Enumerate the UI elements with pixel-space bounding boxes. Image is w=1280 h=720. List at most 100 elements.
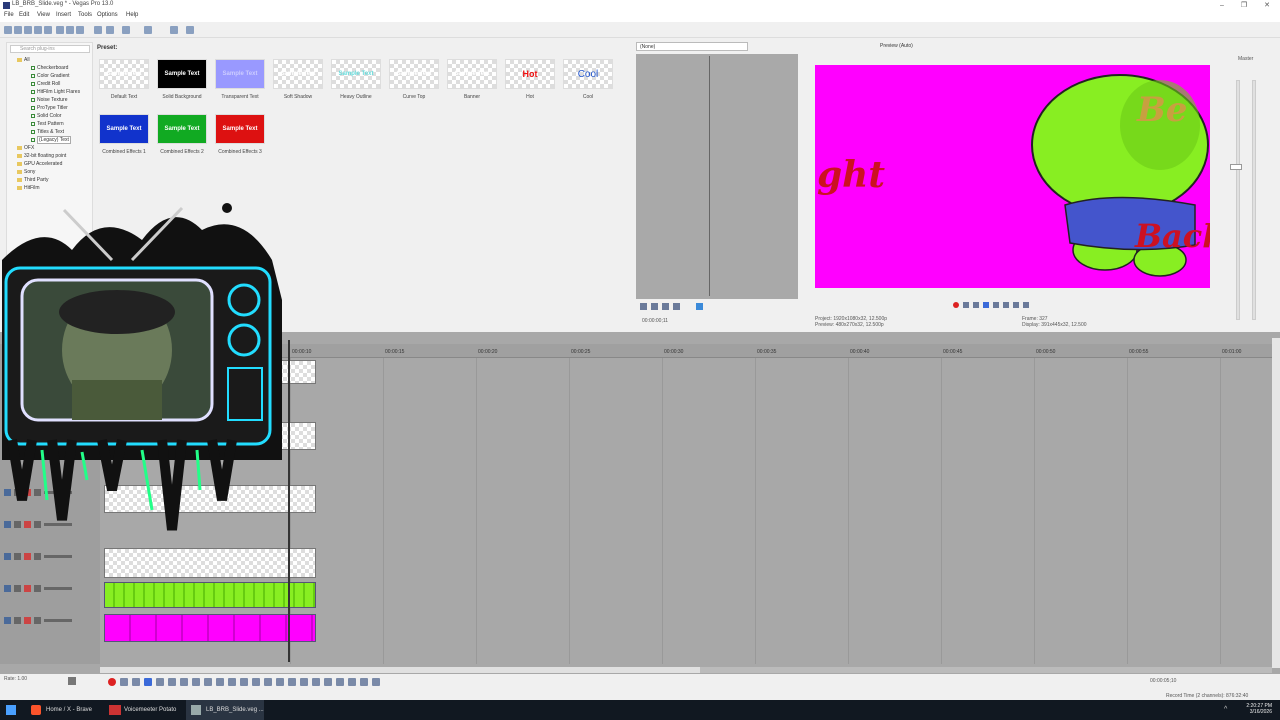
level-slider[interactable]: [44, 618, 72, 622]
pause-icon[interactable]: [156, 678, 164, 686]
plugin-tree-item[interactable]: Checkerboard: [31, 65, 68, 71]
solo-icon[interactable]: [24, 584, 31, 592]
solo-icon[interactable]: [24, 616, 31, 624]
plugin-tree-item[interactable]: 32-bit floating point: [17, 153, 66, 159]
plugin-tree-item[interactable]: Sony: [17, 169, 35, 175]
play-from-start-icon[interactable]: [973, 302, 979, 308]
track-number-icon[interactable]: [4, 552, 11, 560]
mute-icon[interactable]: [14, 584, 21, 592]
preset-thumbnail[interactable]: Sample Text: [99, 59, 149, 89]
clock[interactable]: 2:20:27 PM 3/16/2026: [1238, 703, 1272, 715]
plugin-tree-item[interactable]: Color Gradient: [31, 73, 70, 79]
menu-view[interactable]: View: [37, 12, 50, 18]
undo-icon[interactable]: [122, 26, 130, 34]
menu-edit[interactable]: Edit: [19, 12, 29, 18]
track-header[interactable]: [4, 548, 96, 564]
properties-icon[interactable]: [44, 26, 52, 34]
preset-thumbnail[interactable]: Cool: [563, 59, 613, 89]
add-to-timeline-icon[interactable]: [696, 303, 703, 310]
snap-icon[interactable]: [170, 26, 178, 34]
master-fader[interactable]: [1230, 164, 1242, 170]
plugin-tree-item[interactable]: HitFilm Light Flares: [31, 89, 80, 95]
loop-icon[interactable]: [963, 302, 969, 308]
plugin-tree-item[interactable]: All: [17, 57, 30, 63]
loop-icon[interactable]: [673, 303, 680, 310]
region-icon[interactable]: [324, 678, 332, 686]
preset-thumbnail[interactable]: Sample Text: [157, 114, 207, 144]
ignore-grouping-icon[interactable]: [372, 678, 380, 686]
pause-icon[interactable]: [993, 302, 999, 308]
trim-icon[interactable]: [94, 26, 102, 34]
plugin-tree-item[interactable]: GPU Accelerated: [17, 161, 62, 167]
stop-icon[interactable]: [1003, 302, 1009, 308]
menu-tools[interactable]: Tools: [78, 12, 92, 18]
mute-icon[interactable]: [14, 616, 21, 624]
plugin-search-input[interactable]: Search plug-ins: [10, 45, 90, 53]
preset-thumbnail[interactable]: Sample Text: [157, 59, 207, 89]
normal-edit-tool-icon[interactable]: [228, 678, 236, 686]
taskbar-brave[interactable]: Home / X - Brave: [26, 700, 100, 720]
plugin-tree-item[interactable]: Test Pattern: [31, 121, 64, 127]
chroma-background-clip[interactable]: [104, 614, 316, 642]
cut-icon[interactable]: [56, 26, 64, 34]
go-end-icon[interactable]: [216, 678, 224, 686]
plugin-tree-item[interactable]: HitFilm: [17, 185, 40, 191]
trimmer-view[interactable]: [636, 54, 798, 299]
plugin-tree-item[interactable]: (Legacy) Text: [31, 136, 71, 144]
timeline-scrollbar[interactable]: [100, 667, 1272, 673]
preset-thumbnail[interactable]: Sample Text: [215, 59, 265, 89]
plugin-tree-item[interactable]: Credit Roll: [31, 81, 60, 87]
level-slider[interactable]: [44, 586, 72, 590]
menu-help[interactable]: Help: [126, 12, 138, 18]
maximize-button[interactable]: ❐: [1234, 0, 1254, 11]
delete-icon[interactable]: [106, 26, 114, 34]
paste-icon[interactable]: [76, 26, 84, 34]
save-icon[interactable]: [24, 26, 32, 34]
image-sequence-clip[interactable]: [104, 548, 316, 578]
plugin-tree-item[interactable]: Solid Color: [31, 113, 61, 119]
preset-thumbnail[interactable]: Hot: [505, 59, 555, 89]
record-icon[interactable]: [953, 302, 959, 308]
trim-start-icon[interactable]: [288, 678, 296, 686]
rate-slider[interactable]: [68, 677, 76, 685]
track-number-icon[interactable]: [4, 584, 11, 592]
plugin-tree-item[interactable]: OFX: [17, 145, 34, 151]
fx-icon[interactable]: [34, 616, 41, 624]
go-start-icon[interactable]: [204, 678, 212, 686]
loop-icon[interactable]: [120, 678, 128, 686]
plugin-tree-item[interactable]: Titles & Text: [31, 129, 64, 135]
fx-icon[interactable]: [34, 552, 41, 560]
auto-ripple-icon[interactable]: [348, 678, 356, 686]
envelope-tool-icon[interactable]: [240, 678, 248, 686]
menu-options[interactable]: Options: [97, 12, 118, 18]
snap-icon[interactable]: [336, 678, 344, 686]
next-marker-icon[interactable]: [192, 678, 200, 686]
help-icon[interactable]: [186, 26, 194, 34]
taskbar-vegas[interactable]: LB_BRB_Slide.veg ...: [186, 700, 264, 720]
minimize-button[interactable]: –: [1212, 0, 1232, 11]
selection-tool-icon[interactable]: [252, 678, 260, 686]
lock-envelopes-icon[interactable]: [360, 678, 368, 686]
close-button[interactable]: ✕: [1257, 0, 1277, 11]
track-header[interactable]: [4, 580, 96, 596]
prev-frame-icon[interactable]: [1013, 302, 1019, 308]
split-icon[interactable]: [276, 678, 284, 686]
next-frame-icon[interactable]: [1023, 302, 1029, 308]
stop-icon[interactable]: [168, 678, 176, 686]
mute-icon[interactable]: [14, 552, 21, 560]
tray-chevron-icon[interactable]: ^: [1224, 706, 1227, 713]
preset-thumbnail[interactable]: Sample Text: [215, 114, 265, 144]
level-slider[interactable]: [44, 554, 72, 558]
preset-thumbnail[interactable]: Sample Text: [389, 59, 439, 89]
trimmer-source-select[interactable]: (None): [636, 42, 748, 51]
preset-thumbnail[interactable]: Sample Text: [273, 59, 323, 89]
preset-thumbnail[interactable]: Sample Text: [331, 59, 381, 89]
track-header[interactable]: [4, 612, 96, 628]
track-number-icon[interactable]: [4, 616, 11, 624]
marker-icon[interactable]: [312, 678, 320, 686]
plugin-tree-item[interactable]: Third Party: [17, 177, 48, 183]
new-project-icon[interactable]: [4, 26, 12, 34]
preset-thumbnail[interactable]: Sample Text: [99, 114, 149, 144]
record-icon[interactable]: [108, 678, 116, 686]
lime-overlay-clip[interactable]: [104, 582, 316, 608]
